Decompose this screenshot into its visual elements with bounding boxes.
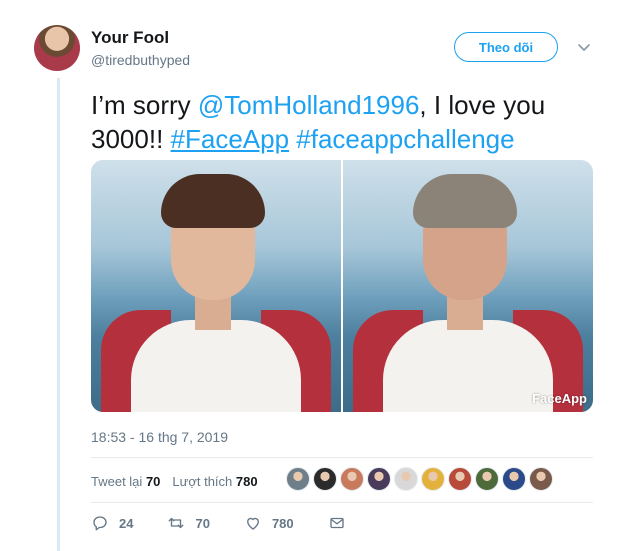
likes-stat[interactable]: Lượt thích 780 bbox=[172, 474, 257, 489]
photo-aged[interactable]: FaceApp bbox=[343, 160, 593, 412]
tweet-stats: Tweet lại 70 Lượt thích 780 bbox=[91, 470, 258, 492]
tweet-text-prefix: I’m sorry bbox=[91, 90, 198, 120]
mention-link[interactable]: @TomHolland1996 bbox=[198, 90, 420, 120]
divider bbox=[91, 457, 593, 458]
liker-avatar[interactable] bbox=[421, 467, 445, 491]
faceapp-watermark: FaceApp bbox=[532, 391, 587, 406]
hashtag-faceapp-link[interactable]: #FaceApp bbox=[171, 124, 290, 154]
retweet-count: 70 bbox=[195, 515, 210, 531]
retweet-button[interactable]: 70 bbox=[167, 514, 210, 532]
like-count: 780 bbox=[271, 515, 294, 531]
liker-avatar[interactable] bbox=[529, 467, 553, 491]
retweets-stat[interactable]: Tweet lại 70 bbox=[91, 474, 160, 489]
reply-count: 24 bbox=[119, 515, 134, 531]
liker-avatar[interactable] bbox=[448, 467, 472, 491]
retweets-label: Tweet lại bbox=[91, 473, 143, 489]
reply-icon bbox=[93, 516, 107, 531]
reply-button[interactable]: 24 bbox=[91, 514, 133, 532]
retweets-count: 70 bbox=[145, 473, 161, 489]
tweet-text: I’m sorry @TomHolland1996, I love you 30… bbox=[91, 88, 611, 156]
photo-young[interactable] bbox=[91, 160, 341, 412]
liker-avatar[interactable] bbox=[340, 467, 364, 491]
liker-avatar[interactable] bbox=[502, 467, 526, 491]
retweet-icon bbox=[169, 517, 184, 529]
thread-line bbox=[57, 78, 60, 551]
direct-message-button[interactable] bbox=[328, 514, 346, 532]
envelope-icon bbox=[329, 517, 344, 529]
author-display-name[interactable]: Your Fool bbox=[91, 28, 169, 48]
liker-avatar[interactable] bbox=[313, 467, 337, 491]
hashtag-faceappchallenge-link[interactable]: #faceappchallenge bbox=[296, 124, 514, 154]
tweet-media: FaceApp bbox=[91, 160, 593, 412]
heart-icon bbox=[247, 517, 259, 530]
liker-avatar[interactable] bbox=[286, 467, 310, 491]
likers-avatars bbox=[286, 467, 553, 491]
tweet-timestamp[interactable]: 18:53 - 16 thg 7, 2019 bbox=[91, 429, 228, 445]
tweet-actions: 24 70 780 bbox=[91, 514, 380, 532]
divider bbox=[91, 502, 593, 503]
avatar[interactable] bbox=[34, 25, 80, 71]
follow-button[interactable]: Theo dõi bbox=[454, 32, 558, 62]
liker-avatar[interactable] bbox=[394, 467, 418, 491]
likes-label: Lượt thích bbox=[172, 473, 233, 489]
author-handle[interactable]: @tiredbuthyped bbox=[91, 52, 190, 68]
liker-avatar[interactable] bbox=[475, 467, 499, 491]
chevron-down-icon[interactable] bbox=[577, 40, 591, 54]
likes-count: 780 bbox=[235, 473, 258, 489]
like-button[interactable]: 780 bbox=[244, 514, 294, 532]
liker-avatar[interactable] bbox=[367, 467, 391, 491]
